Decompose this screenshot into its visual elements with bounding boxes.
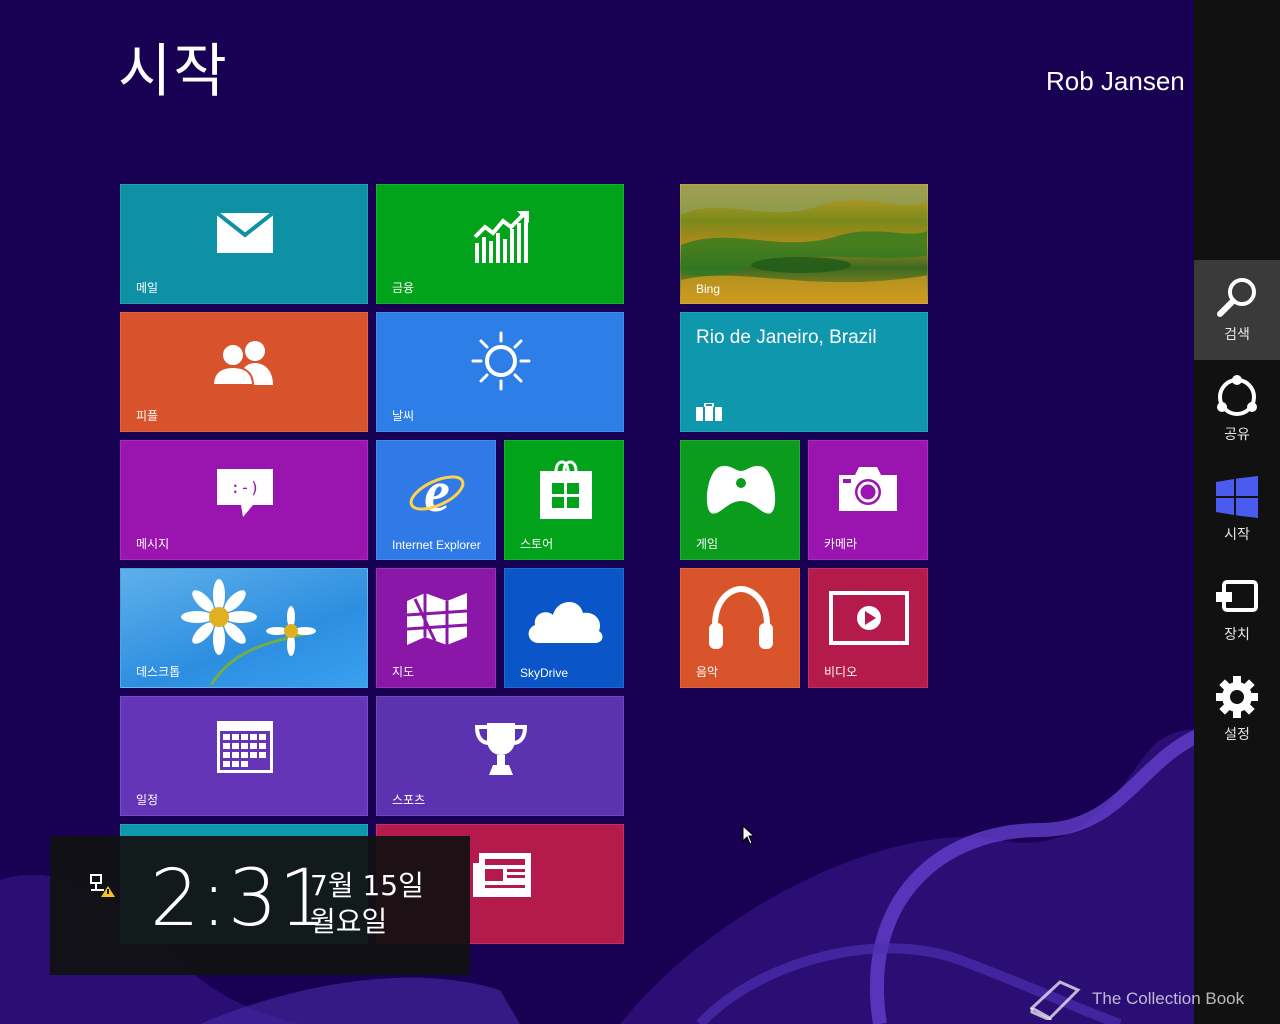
book-icon bbox=[1030, 980, 1081, 1020]
clock-date-day: 7월 15일 bbox=[310, 869, 424, 902]
tile-label: 음악 bbox=[696, 665, 719, 679]
share-icon bbox=[1217, 375, 1257, 416]
tile-bing[interactable]: Bing bbox=[680, 184, 928, 304]
mail-icon bbox=[217, 213, 273, 253]
map-icon bbox=[406, 593, 468, 645]
daisy-image bbox=[181, 579, 316, 685]
tile-weather[interactable]: 날씨 bbox=[376, 312, 624, 432]
search-icon bbox=[1217, 278, 1256, 317]
tile-label: SkyDrive bbox=[520, 666, 569, 680]
messaging-icon: :-) bbox=[217, 469, 273, 517]
charm-label: 시작 bbox=[1224, 527, 1250, 543]
tile-label: 피플 bbox=[136, 409, 159, 423]
store-bag-icon bbox=[540, 460, 592, 519]
tile-label: 메시지 bbox=[136, 537, 170, 551]
video-icon bbox=[829, 591, 909, 645]
tile-label: 일정 bbox=[136, 793, 159, 807]
people-icon bbox=[211, 341, 273, 385]
tile-music[interactable]: 음악 bbox=[680, 568, 800, 688]
watermark: The Collection Book bbox=[1030, 972, 1270, 1022]
charm-search[interactable]: 검색 bbox=[1194, 260, 1280, 360]
news-icon bbox=[473, 853, 531, 897]
tile-label: Internet Explorer bbox=[392, 538, 481, 552]
finance-chart-icon bbox=[473, 211, 529, 263]
sun-icon bbox=[471, 331, 531, 391]
charms-bar: 검색 공유 시작 장치 설정 bbox=[1194, 0, 1280, 1024]
charm-devices[interactable]: 장치 bbox=[1194, 560, 1280, 660]
camera-icon bbox=[839, 467, 897, 511]
clock-time: 2:31 bbox=[150, 854, 330, 944]
charm-start[interactable]: 시작 bbox=[1194, 460, 1280, 560]
clock-date: 7월 15일 월요일 bbox=[310, 868, 424, 940]
tile-desktop[interactable]: 데스크톱 bbox=[120, 568, 368, 688]
tile-label: Bing bbox=[696, 282, 721, 296]
charm-label: 설정 bbox=[1224, 727, 1250, 743]
tile-skydrive[interactable]: SkyDrive bbox=[504, 568, 624, 688]
tile-finance[interactable]: 금융 bbox=[376, 184, 624, 304]
clock-date-weekday: 월요일 bbox=[310, 905, 388, 938]
calendar-icon bbox=[217, 721, 273, 773]
internet-explorer-icon: e bbox=[409, 461, 465, 521]
trophy-icon bbox=[474, 723, 528, 775]
tile-label: 카메라 bbox=[824, 537, 858, 551]
svg-text::-): :-) bbox=[231, 478, 260, 497]
tile-label: 스포츠 bbox=[392, 793, 426, 807]
tile-label: 데스크톱 bbox=[136, 665, 181, 679]
watermark-text: The Collection Book bbox=[1092, 989, 1245, 1008]
tile-label: 게임 bbox=[696, 537, 719, 551]
tile-mail[interactable]: 메일 bbox=[120, 184, 368, 304]
tile-calendar[interactable]: 일정 bbox=[120, 696, 368, 816]
tile-label: 금융 bbox=[392, 281, 415, 295]
page-title: 시작 bbox=[118, 37, 229, 105]
charm-share[interactable]: 공유 bbox=[1194, 360, 1280, 460]
tile-messaging[interactable]: :-) 메시지 bbox=[120, 440, 368, 560]
tile-camera[interactable]: 카메라 bbox=[808, 440, 928, 560]
cloud-icon bbox=[528, 601, 603, 643]
travel-destination: Rio de Janeiro, Brazil bbox=[696, 327, 877, 348]
mouse-cursor-icon bbox=[742, 825, 756, 845]
svg-text:e: e bbox=[424, 461, 450, 521]
tile-label: 비디오 bbox=[824, 665, 858, 679]
tile-label: 날씨 bbox=[392, 409, 415, 423]
devices-icon bbox=[1216, 580, 1258, 612]
suitcase-icon bbox=[696, 403, 722, 421]
tile-video[interactable]: 비디오 bbox=[808, 568, 928, 688]
charm-label: 검색 bbox=[1224, 327, 1250, 343]
tile-sports[interactable]: 스포츠 bbox=[376, 696, 624, 816]
charm-label: 장치 bbox=[1224, 627, 1250, 643]
gear-icon bbox=[1216, 676, 1258, 718]
tile-people[interactable]: 피플 bbox=[120, 312, 368, 432]
tile-label: 스토어 bbox=[520, 537, 554, 551]
xbox-controller-icon bbox=[706, 465, 776, 514]
tile-store[interactable]: 스토어 bbox=[504, 440, 624, 560]
headphones-icon bbox=[709, 585, 773, 649]
tile-travel[interactable]: Rio de Janeiro, Brazil bbox=[680, 312, 928, 432]
tile-label: 메일 bbox=[136, 281, 159, 295]
network-warning-icon[interactable] bbox=[90, 874, 116, 898]
tile-games[interactable]: 게임 bbox=[680, 440, 800, 560]
charm-label: 공유 bbox=[1224, 427, 1250, 443]
tile-label: 지도 bbox=[392, 665, 415, 679]
tile-maps[interactable]: 지도 bbox=[376, 568, 496, 688]
lock-clock-overlay: 2:31 7월 15일 월요일 bbox=[50, 836, 470, 975]
user-name[interactable]: Rob Jansen bbox=[1046, 66, 1185, 97]
charm-settings[interactable]: 설정 bbox=[1194, 660, 1280, 760]
windows-logo-icon bbox=[1216, 476, 1258, 518]
tile-internet-explorer[interactable]: e Internet Explorer bbox=[376, 440, 496, 560]
